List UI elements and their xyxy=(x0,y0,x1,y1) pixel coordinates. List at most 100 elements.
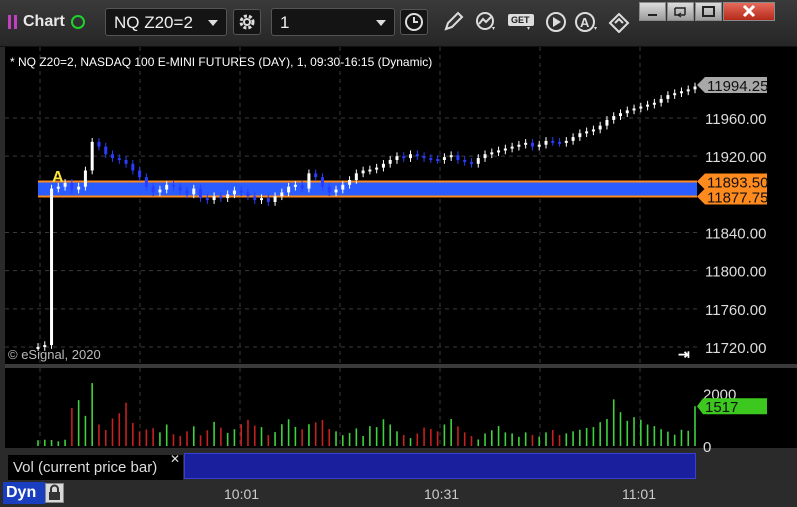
candle-body xyxy=(144,177,148,187)
candle-body xyxy=(646,104,650,107)
candle-body xyxy=(510,146,514,149)
candle-body xyxy=(77,186,81,190)
candle-body xyxy=(314,173,318,178)
volume-study-label[interactable]: Vol (current price bar) xyxy=(8,455,183,480)
candle-body xyxy=(639,106,643,109)
candle-body xyxy=(422,156,426,159)
price-axis-label: 11840.00 xyxy=(705,226,766,243)
candle-body xyxy=(476,158,480,164)
price-band xyxy=(38,181,697,197)
candle-body xyxy=(171,184,175,187)
candle-body xyxy=(90,141,94,171)
candle-body xyxy=(585,131,589,134)
candle-body xyxy=(673,93,677,96)
candle-body xyxy=(558,141,562,144)
candle-body xyxy=(260,198,264,201)
candle-body xyxy=(165,184,169,190)
candle-body xyxy=(354,173,358,181)
candle-body xyxy=(463,159,467,162)
symbol-description: * NQ Z20=2, NASDAQ 100 E-MINI FUTURES (D… xyxy=(10,55,433,69)
candle-body xyxy=(131,163,135,171)
candle-body xyxy=(530,142,534,147)
candle-body xyxy=(334,189,338,193)
candle-body xyxy=(104,146,108,155)
candle-body xyxy=(605,119,609,126)
annotation-marker[interactable]: A xyxy=(52,169,64,186)
volume-study-bar xyxy=(184,453,696,479)
candle-body xyxy=(551,140,555,143)
candle-body xyxy=(205,198,209,201)
chart-canvas: A 11960.00 11920.00 11840.00 11800.00 11760.0… xyxy=(5,47,768,456)
candle-body xyxy=(409,154,413,159)
time-label-3: 11:01 xyxy=(622,486,656,502)
candle-body xyxy=(226,194,230,199)
candle-body xyxy=(117,158,121,161)
candle-body xyxy=(375,167,379,170)
candle-body xyxy=(341,184,345,190)
candle-body xyxy=(517,144,521,147)
candle-body xyxy=(395,156,399,160)
volume-axis-label: 0 xyxy=(703,439,711,456)
candle-body xyxy=(246,192,250,197)
scroll-to-end-icon[interactable]: ⇥ xyxy=(678,346,690,363)
candle-body xyxy=(469,161,473,164)
candle-body xyxy=(97,141,101,147)
candle-body xyxy=(212,196,216,201)
time-label-1: 10:01 xyxy=(224,486,260,502)
candle-body xyxy=(503,148,507,151)
candle-body xyxy=(402,156,406,159)
candle-body xyxy=(232,190,236,195)
candle-body xyxy=(436,159,440,162)
candle-body xyxy=(300,184,304,189)
candle-body xyxy=(348,180,352,185)
candle-body xyxy=(56,186,60,189)
price-axis-label: 11920.00 xyxy=(705,149,766,166)
candle-body xyxy=(178,186,182,191)
dyn-button[interactable]: Dyn xyxy=(3,482,45,504)
candle-body xyxy=(442,157,446,160)
candle-body xyxy=(199,188,203,199)
lock-button[interactable] xyxy=(45,483,64,503)
copyright-label: © eSignal, 2020 xyxy=(8,347,101,362)
price-axis-label: 11960.00 xyxy=(705,111,766,128)
candle-body xyxy=(652,102,656,105)
candle-body xyxy=(659,98,663,103)
candle-body xyxy=(280,192,284,197)
candle-body xyxy=(83,170,87,187)
candle-body xyxy=(666,95,670,99)
candle-body xyxy=(307,173,311,189)
volume-current-label: 1517 xyxy=(705,399,738,416)
candle-body xyxy=(598,125,602,130)
candle-body xyxy=(192,188,196,195)
candle-body xyxy=(70,182,74,190)
candle-body xyxy=(564,140,568,143)
candle-body xyxy=(361,170,365,174)
candle-body xyxy=(632,108,636,111)
candle-body xyxy=(524,142,528,145)
time-label-2: 10:31 xyxy=(424,486,460,502)
candle-body xyxy=(625,110,629,114)
candle-body xyxy=(456,155,460,160)
chart-window: Chart NQ Z20=2 1 GET A A 11960.00 11920.… xyxy=(0,0,797,507)
candle-body xyxy=(266,198,270,202)
close-study-icon[interactable]: ✕ xyxy=(170,452,180,466)
candle-body xyxy=(693,86,697,90)
candle-body xyxy=(537,144,541,147)
candle-body xyxy=(381,163,385,168)
candle-body xyxy=(185,190,189,195)
band-low-label: 11877.75 xyxy=(707,189,768,206)
candle-body xyxy=(415,154,419,157)
candle-body xyxy=(679,91,683,94)
candle-body xyxy=(591,129,595,132)
lock-icon xyxy=(49,484,60,500)
price-axis-label: 11760.00 xyxy=(705,302,766,319)
candle-body xyxy=(612,116,616,120)
candle-body xyxy=(686,89,690,92)
candle-body xyxy=(239,190,243,193)
candle-body xyxy=(219,196,223,199)
time-axis[interactable] xyxy=(0,480,797,507)
candle-body xyxy=(618,113,622,117)
candle-body xyxy=(287,186,291,193)
candle-body xyxy=(158,189,162,193)
candle-body xyxy=(293,184,297,187)
